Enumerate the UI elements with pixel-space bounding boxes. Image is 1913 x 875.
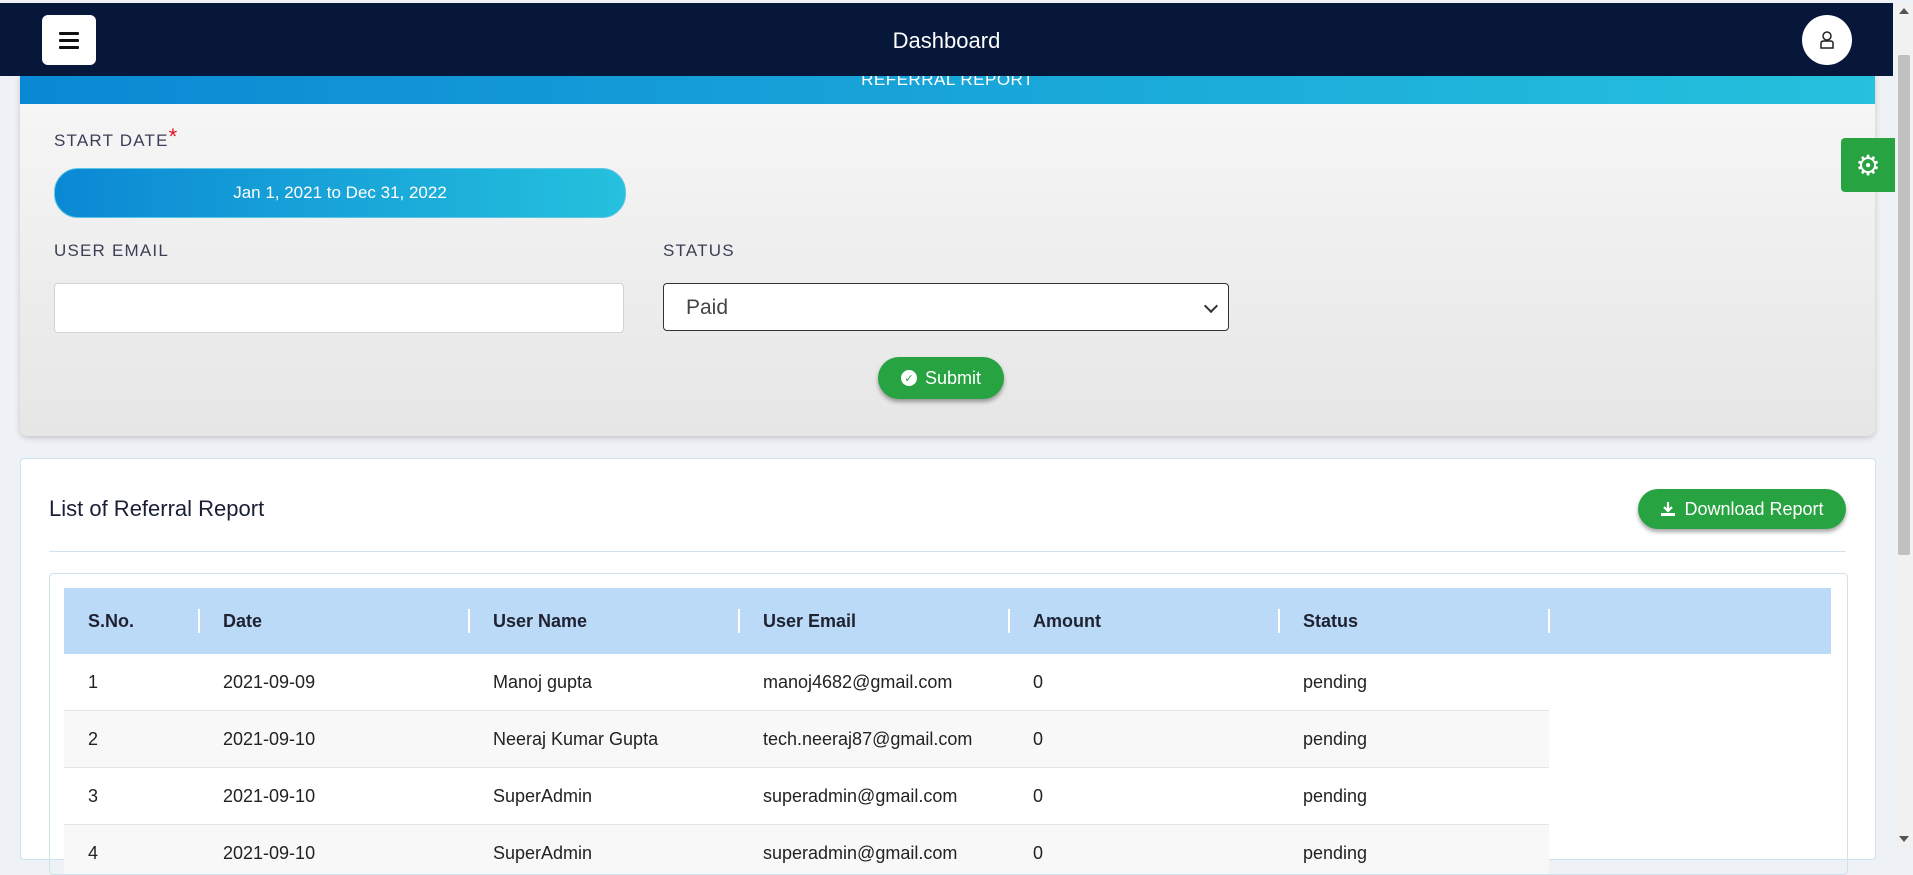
referral-list-card: List of Referral Report Download Report … [20,458,1876,875]
scroll-up-icon[interactable] [1899,8,1909,14]
cell-date: 2021-09-09 [223,672,316,692]
column-resize-handle[interactable] [1278,609,1280,633]
column-header-amount[interactable]: Amount [1033,588,1101,654]
list-title: List of Referral Report [49,496,265,521]
required-asterisk: * [168,124,179,149]
gear-icon: ⚙ [1855,149,1881,181]
cell-amount: 0 [1033,786,1044,806]
table-row[interactable]: 3 2021-09-10 SuperAdmin superadmin@gmail… [64,768,1549,825]
column-header-user-email[interactable]: User Email [763,588,856,654]
column-header-status[interactable]: Status [1303,588,1358,654]
scrollbar-thumb[interactable] [1898,55,1910,555]
user-icon [1820,31,1834,49]
column-resize-handle[interactable] [1008,609,1010,633]
page-title: Dashboard [892,28,1001,53]
section-title: REFERRAL REPORT [861,76,1034,89]
cell-sno: 1 [88,672,99,692]
status-select[interactable]: Paid [663,283,1229,331]
date-range-picker[interactable]: Jan 1, 2021 to Dec 31, 2022 [54,168,626,218]
table-row[interactable]: 1 2021-09-09 Manoj gupta manoj4682@gmail… [64,654,1549,711]
column-resize-handle[interactable] [1548,609,1550,633]
start-date-label: START DATE* [54,124,179,150]
chevron-down-icon [1203,298,1219,314]
page-scrollbar[interactable] [1895,3,1913,847]
cell-sno: 2 [88,729,99,749]
cell-amount: 0 [1033,843,1044,863]
cell-date: 2021-09-10 [223,786,316,806]
table-row[interactable]: 2 2021-09-10 Neeraj Kumar Gupta tech.nee… [64,711,1549,768]
status-label: STATUS [663,241,735,260]
cell-user-email: tech.neeraj87@gmail.com [763,729,973,749]
column-resize-handle[interactable] [468,609,470,633]
user-profile-button[interactable] [1802,15,1852,65]
column-header-sno[interactable]: S.No. [88,588,134,654]
cell-status: pending [1303,729,1368,749]
report-table: S.No. Date User Name User Email Amount S… [49,573,1848,875]
column-header-date[interactable]: Date [223,588,262,654]
scroll-down-icon[interactable] [1899,836,1909,842]
filter-card: REFERRAL REPORT START DATE* Jan 1, 2021 … [20,76,1875,436]
top-navbar: Dashboard [0,3,1893,76]
cell-user-email: superadmin@gmail.com [763,786,958,806]
cell-status: pending [1303,843,1368,863]
cell-status: pending [1303,786,1368,806]
cell-amount: 0 [1033,729,1044,749]
cell-user-name: SuperAdmin [493,843,593,863]
download-icon [1661,502,1676,516]
cell-user-name: Manoj gupta [493,672,593,692]
cell-user-email: superadmin@gmail.com [763,843,958,863]
cell-date: 2021-09-10 [223,843,316,863]
column-resize-handle[interactable] [738,609,740,633]
cell-amount: 0 [1033,672,1044,692]
cell-user-email: manoj4682@gmail.com [763,672,953,692]
cell-user-name: SuperAdmin [493,786,593,806]
cell-sno: 4 [88,843,99,863]
divider [49,551,1846,552]
card-header: REFERRAL REPORT [20,76,1875,104]
cell-date: 2021-09-10 [223,729,316,749]
cell-status: pending [1303,672,1368,692]
check-circle-icon: ✓ [900,370,917,386]
cell-sno: 3 [88,786,99,806]
submit-label: Submit [924,367,982,388]
user-email-input[interactable] [54,283,624,333]
table-header: S.No. Date User Name User Email Amount S… [64,588,1831,654]
download-report-button[interactable]: Download Report [1638,489,1846,529]
column-header-user-name[interactable]: User Name [493,588,587,654]
user-email-label: USER EMAIL [54,241,169,260]
download-label: Download Report [1684,498,1824,519]
status-selected-value: Paid [686,296,729,319]
cell-user-name: Neeraj Kumar Gupta [493,729,659,749]
settings-button[interactable]: ⚙ [1841,138,1895,192]
submit-button[interactable]: ✓ Submit [878,357,1004,399]
column-resize-handle[interactable] [198,609,200,633]
table-row[interactable]: 4 2021-09-10 SuperAdmin superadmin@gmail… [64,825,1549,874]
